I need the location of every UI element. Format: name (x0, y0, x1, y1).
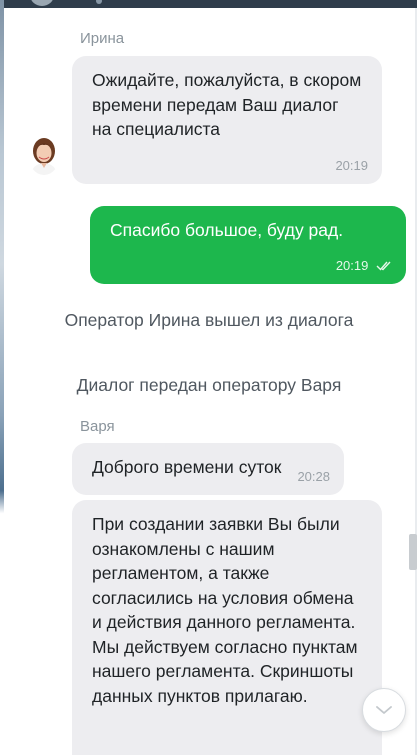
sender-name: Ирина (80, 30, 125, 47)
incoming-message: Доброго времени суток 20:28 (72, 443, 344, 495)
message-text: Доброго времени суток (92, 457, 282, 477)
system-message: Оператор Ирина вышел из диалога (64, 310, 354, 330)
header-avatar (30, 0, 54, 6)
incoming-message: При создании заявки Вы были ознакомлены … (72, 500, 382, 755)
system-message: Диалог передан оператору Варя (76, 375, 342, 395)
message-time: 20:19 (335, 157, 368, 173)
incoming-message: Ожидайте, пожалуйста, в скором времени п… (72, 56, 382, 184)
double-check-icon (376, 261, 391, 271)
scroll-down-button[interactable] (362, 688, 406, 732)
sender-name: Варя (80, 418, 115, 435)
operator-avatar-image (28, 748, 60, 755)
operator-avatar (28, 135, 60, 175)
outgoing-message: Спасибо большое, буду рад. 20:19 (90, 206, 406, 284)
scrollbar-thumb[interactable] (409, 534, 417, 570)
status-dot (96, 0, 102, 4)
message-time: 20:28 (297, 468, 330, 484)
chat-header (4, 0, 417, 8)
message-time: 20:19 (335, 257, 369, 273)
message-text: Ожидайте, пожалуйста, в скором времени п… (92, 70, 362, 139)
message-time-row: 20:19 (336, 254, 394, 279)
chat-window: Ирина Ожидайте, пожалуйста, в скором вре… (4, 8, 410, 755)
operator-avatar-image (28, 135, 60, 175)
message-text: Спасибо большое, буду рад. (110, 220, 344, 240)
operator-avatar-partial (28, 748, 60, 755)
chevron-down-icon (376, 706, 392, 714)
message-text: При создании заявки Вы были ознакомлены … (92, 514, 358, 706)
